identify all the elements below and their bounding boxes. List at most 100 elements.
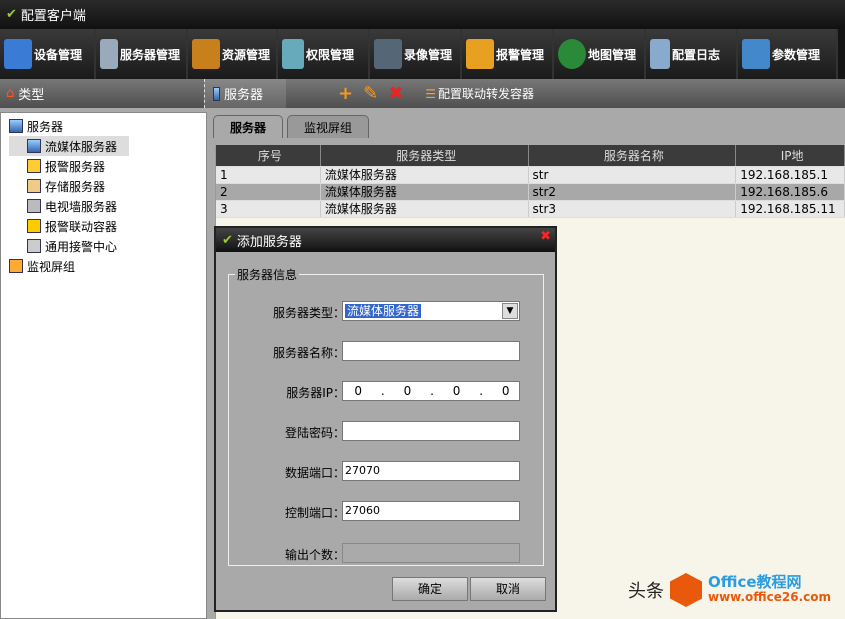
alarm-server-icon: [27, 159, 41, 173]
tree-item-alarm-server[interactable]: 报警服务器: [9, 156, 206, 176]
server-info-group: 服务器信息 服务器类型： 流媒体服务器 ▼ 服务器名称： 服务器IP： 0. 0. 0. 0…: [228, 266, 544, 566]
config-log-button[interactable]: 配置日志: [646, 29, 738, 79]
tab-server[interactable]: 服务器: [213, 115, 284, 138]
col-header[interactable]: 服务器名称: [529, 145, 737, 166]
cell: 2: [216, 184, 321, 200]
label: 报警联动容器: [45, 219, 118, 234]
close-icon[interactable]: ✖: [540, 229, 551, 244]
label: 输出个数：: [284, 548, 345, 562]
device-icon: [4, 39, 32, 69]
label: 服务器类型：: [272, 306, 345, 320]
label: 报警服务器: [45, 159, 106, 174]
cell: 流媒体服务器: [321, 201, 529, 217]
label: 配置联动转发容器: [438, 87, 535, 101]
value: 流媒体服务器: [345, 304, 422, 318]
server-icon: [100, 39, 118, 69]
tree-item-storage-server[interactable]: 存储服务器: [9, 176, 206, 196]
main-toolbar: 设备管理 服务器管理 资源管理 权限管理 录像管理 报警管理 地图管理 配置日志…: [0, 29, 845, 79]
cancel-button[interactable]: 取消: [470, 577, 546, 601]
server-manage-button[interactable]: 服务器管理: [96, 29, 188, 79]
house-icon: [192, 39, 220, 69]
output-count-input: [342, 543, 520, 563]
label: 配置日志: [672, 47, 721, 62]
permission-manage-button[interactable]: 权限管理: [278, 29, 370, 79]
label: 数据端口：: [284, 466, 345, 480]
alarm-manage-button[interactable]: 报警管理: [462, 29, 554, 79]
office-logo-icon: [670, 573, 702, 607]
dialog-title: 添加服务器: [236, 234, 302, 250]
server-tab[interactable]: 服务器: [204, 79, 286, 108]
user-barrier-icon: [282, 39, 304, 69]
record-manage-button[interactable]: 录像管理: [370, 29, 462, 79]
ip-octet: 0: [354, 384, 363, 398]
table-row[interactable]: 1 流媒体服务器 str 192.168.185.1: [216, 167, 845, 184]
tree-item-stream-server[interactable]: 流媒体服务器: [9, 136, 129, 156]
label: 服务器IP：: [286, 386, 345, 400]
tab-monitor-group[interactable]: 监视屏组: [287, 115, 370, 138]
tree-item-alarm-linkage[interactable]: 报警联动容器: [9, 216, 206, 236]
label: 登陆密码：: [284, 426, 345, 440]
server-icon: [27, 139, 41, 153]
password-input[interactable]: [342, 421, 520, 441]
type-label: 类型: [18, 88, 45, 103]
col-header[interactable]: 序号: [216, 145, 321, 166]
resource-manage-button[interactable]: 资源管理: [188, 29, 278, 79]
cell: str2: [529, 184, 737, 200]
delete-icon[interactable]: ✖: [388, 83, 403, 104]
label: 服务器管理: [120, 47, 181, 62]
table-row[interactable]: 2 流媒体服务器 str2 192.168.185.6: [216, 184, 845, 201]
label: 权限管理: [306, 47, 355, 62]
control-port-input[interactable]: 27060: [342, 501, 520, 521]
server-name-input[interactable]: [342, 341, 520, 361]
server-icon: [213, 86, 220, 101]
param-manage-button[interactable]: 参数管理: [738, 29, 838, 79]
globe-icon: [558, 39, 586, 69]
cell: 192.168.185.1: [736, 167, 845, 183]
cell: 192.168.185.11: [736, 201, 845, 217]
tree-item-server[interactable]: 服务器: [9, 116, 206, 136]
app-icon: ✔: [6, 7, 17, 22]
server-icon: [27, 239, 41, 253]
label: 设备管理: [34, 47, 83, 62]
map-manage-button[interactable]: 地图管理: [554, 29, 646, 79]
config-linkage-button[interactable]: ☰ 配置联动转发容器: [425, 85, 534, 102]
warning-icon: [466, 39, 494, 69]
device-manage-button[interactable]: 设备管理: [0, 29, 96, 79]
col-header[interactable]: IP地: [736, 145, 845, 166]
ip-octet: 0: [501, 384, 510, 398]
storage-icon: [27, 179, 41, 193]
table-row[interactable]: 3 流媒体服务器 str3 192.168.185.11: [216, 201, 845, 218]
cell: 192.168.185.6: [736, 184, 845, 200]
table-header: 序号 服务器类型 服务器名称 IP地: [216, 145, 845, 167]
cell: str: [529, 167, 737, 183]
server-ip-input[interactable]: 0.0.0.0: [342, 381, 520, 401]
tree-item-monitor-group[interactable]: 监视屏组: [9, 256, 206, 276]
label: 服务器: [224, 88, 264, 103]
watermark: 头条 Office教程网 www.office26.com: [628, 573, 831, 607]
server-type-select[interactable]: 流媒体服务器 ▼: [342, 301, 520, 321]
label: 录像管理: [404, 47, 453, 62]
ok-button[interactable]: 确定: [392, 577, 468, 601]
document-icon: [650, 39, 670, 69]
add-icon[interactable]: +: [338, 83, 353, 104]
tree-item-alarm-center[interactable]: 通用接警中心: [9, 236, 206, 256]
home-icon: ⌂: [6, 86, 15, 101]
cell: 流媒体服务器: [321, 167, 529, 183]
data-port-input[interactable]: 27070: [342, 461, 520, 481]
label: 资源管理: [222, 47, 271, 62]
server-icon: [9, 119, 23, 133]
cell: 流媒体服务器: [321, 184, 529, 200]
cell: 3: [216, 201, 321, 217]
film-reel-icon: [374, 39, 402, 69]
edit-pencil-icon[interactable]: ✎: [363, 83, 378, 104]
window-title: 配置客户端: [20, 9, 86, 24]
ip-octet: 0: [403, 384, 412, 398]
col-header[interactable]: 服务器类型: [321, 145, 529, 166]
type-tree: 服务器 流媒体服务器 报警服务器 存储服务器 电视墙服务器 报警联动容器 通用接…: [0, 112, 207, 619]
sliders-icon: ☰: [425, 86, 437, 101]
label: 报警管理: [496, 47, 545, 62]
chevron-down-icon[interactable]: ▼: [502, 303, 518, 319]
label: 存储服务器: [45, 179, 106, 194]
tree-item-tvwall-server[interactable]: 电视墙服务器: [9, 196, 206, 216]
add-server-dialog: ✔ 添加服务器 ✖ 服务器信息 服务器类型： 流媒体服务器 ▼ 服务器名称： 服务器IP…: [214, 226, 557, 612]
